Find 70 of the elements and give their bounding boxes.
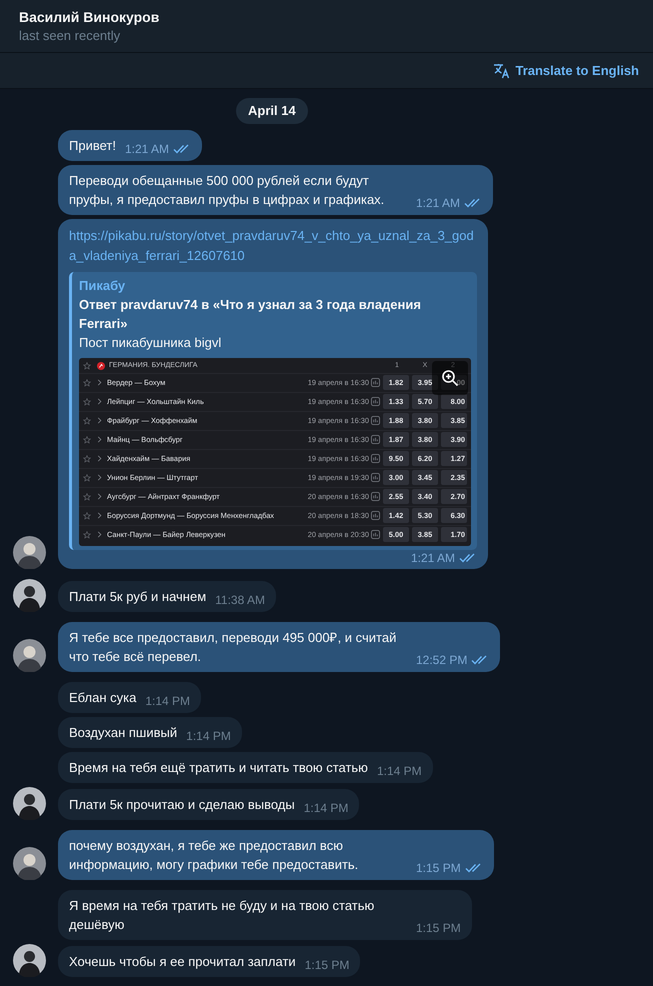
message-time: 1:15 PM — [416, 920, 461, 936]
stats-icon[interactable] — [371, 492, 380, 501]
zoom-overlay-button[interactable] — [432, 360, 468, 394]
star-icon[interactable] — [83, 398, 91, 406]
stats-icon[interactable] — [371, 397, 380, 406]
message-text: Еблан сука — [69, 688, 136, 706]
star-icon[interactable] — [83, 512, 91, 520]
avatar[interactable] — [13, 786, 46, 820]
star-icon[interactable] — [83, 530, 91, 538]
chevron-icon[interactable] — [97, 493, 102, 500]
message-time: 1:14 PM — [304, 800, 348, 816]
message-time: 1:21 AM — [124, 140, 169, 156]
stats-icon[interactable] — [371, 454, 380, 463]
message-time: 12:52 PM — [416, 652, 468, 668]
message-text: Привет! — [69, 136, 116, 154]
message-time: 1:21 AM — [410, 550, 455, 566]
message-time: 1:15 PM — [304, 956, 350, 972]
avatar[interactable] — [13, 578, 46, 612]
last-seen-status: last seen recently — [19, 27, 122, 45]
avatar[interactable] — [13, 638, 46, 672]
star-icon[interactable] — [83, 436, 91, 444]
chevron-icon[interactable] — [97, 512, 102, 519]
stats-icon[interactable] — [371, 473, 380, 482]
message-time: 11:38 AM — [215, 592, 265, 608]
stats-icon[interactable] — [371, 511, 380, 520]
chevron-icon[interactable] — [97, 436, 102, 443]
stats-icon[interactable] — [371, 435, 380, 444]
link-preview-card[interactable] — [69, 272, 477, 550]
translate-icon — [493, 62, 512, 78]
message-time: 1:21 AM — [416, 194, 460, 210]
message-text: Переводи обещанные 500 000 рублей если будут пруфы, я предоставил пруфы в цифрах и графиках. — [69, 172, 386, 208]
message-time: 1:14 PM — [376, 762, 422, 778]
zoom-in-icon — [441, 368, 459, 386]
translate-button[interactable]: Translate to English — [493, 60, 639, 80]
date-chip: April 14 — [236, 98, 308, 124]
league-logo-icon — [97, 362, 105, 370]
message-time: 1:15 PM — [416, 860, 461, 876]
message-time: 1:14 PM — [186, 728, 231, 744]
message-text: Плати 5к руб и начнем — [69, 588, 206, 606]
stats-icon[interactable] — [371, 416, 380, 425]
chevron-icon[interactable] — [97, 531, 102, 538]
preview-description: Пост пикабушника bigvl — [79, 334, 222, 352]
avatar[interactable] — [13, 846, 46, 880]
chevron-icon[interactable] — [97, 417, 102, 424]
star-icon[interactable] — [83, 492, 91, 500]
avatar[interactable] — [13, 944, 46, 976]
chevron-icon[interactable] — [97, 455, 102, 462]
message-text: Воздухан пшивый — [69, 724, 178, 742]
stats-icon[interactable] — [371, 530, 380, 539]
contact-name: Василий Винокуров — [19, 8, 160, 27]
message-text: почему воздухан, я тебе же предоставил всю информацию, могу графики тебе предоставить. — [69, 836, 360, 874]
star-icon[interactable] — [83, 378, 91, 386]
star-icon[interactable] — [83, 474, 91, 482]
star-icon[interactable] — [83, 362, 91, 370]
chevron-icon[interactable] — [97, 474, 102, 481]
star-icon[interactable] — [83, 416, 91, 424]
avatar[interactable] — [13, 536, 46, 568]
stats-icon[interactable] — [371, 378, 380, 387]
message-text: Время на тебя ещё тратить и читать твою статью — [69, 758, 368, 776]
message-text: Хочешь чтобы я ее прочитал заплати — [69, 952, 296, 970]
chevron-icon[interactable] — [97, 379, 102, 386]
preview-site-name: Пикабу — [79, 276, 126, 294]
link[interactable]: https://pikabu.ru/story/otvet_pravdaruv74_v_chto_ya_uznal_za_3_goda_vladeniya_ferrari_12607610 — [69, 226, 477, 266]
message-text: Я время на тебя тратить не буду и на твою статью дешёвую — [69, 896, 376, 934]
star-icon[interactable] — [83, 454, 91, 462]
chevron-icon[interactable] — [97, 398, 102, 405]
message-time: 1:14 PM — [145, 692, 190, 708]
message-text: Плати 5к прочитаю и сделаю выводы — [69, 796, 295, 814]
message-text: Я тебе все предоставил, переводи 495 000₽, и считай что тебе всё перевел. — [69, 628, 398, 666]
preview-title: Ответ pravdaruv74 в «Что я узнал за 3 года владения Ferrari» — [79, 296, 422, 332]
